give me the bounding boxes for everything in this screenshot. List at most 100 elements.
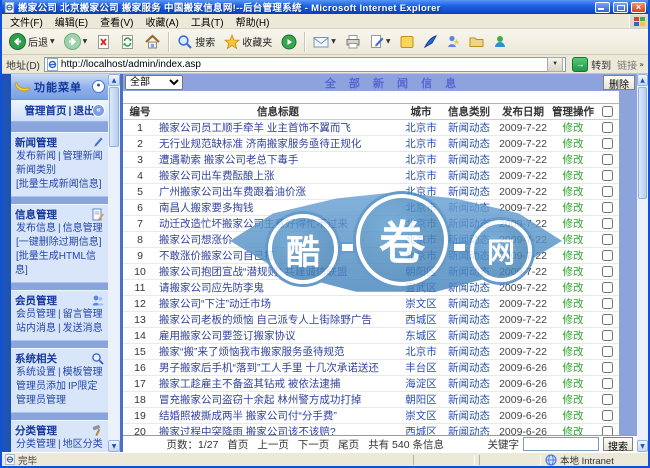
keyword-input[interactable] — [523, 437, 599, 451]
city-link[interactable]: 北京市 — [399, 183, 443, 200]
category-link[interactable]: 新闻动态 — [443, 407, 495, 424]
msn-button[interactable] — [489, 32, 511, 51]
sidebar-link[interactable]: [一键删除过期信息] — [16, 237, 102, 248]
modify-link[interactable]: 修改 — [551, 199, 595, 216]
sidebar-link[interactable]: 站内消息 — [16, 323, 56, 334]
city-link[interactable]: 宣武区 — [399, 279, 443, 296]
sidebar-link[interactable]: 发送消息 — [63, 323, 103, 334]
row-checkbox[interactable] — [601, 266, 613, 278]
news-title-link[interactable]: 无行业规范缺标准 济南搬家服务亟待正规化 — [157, 135, 399, 152]
row-checkbox[interactable] — [601, 218, 613, 230]
modify-link[interactable]: 修改 — [551, 375, 595, 392]
city-link[interactable]: 崇文区 — [399, 407, 443, 424]
scrollbar-track[interactable] — [637, 200, 648, 440]
mail-button[interactable]: ▼ — [309, 33, 340, 51]
menu-item[interactable]: 查看(V) — [94, 14, 139, 29]
scroll-up-icon[interactable]: ▲ — [637, 74, 648, 86]
row-checkbox[interactable] — [601, 186, 613, 198]
forward-button[interactable]: ▼ — [60, 31, 92, 52]
stop-button[interactable] — [92, 32, 115, 52]
links-toolbar[interactable]: 链接 » — [617, 57, 644, 72]
sidebar-link[interactable]: 发布新闻 — [16, 151, 56, 162]
delete-button[interactable]: 删除 — [603, 75, 635, 91]
keyword-search-button[interactable]: 搜索 — [603, 437, 633, 452]
category-link[interactable]: 新闻动态 — [443, 231, 495, 248]
sidebar-link[interactable]: [批量生成HTML信息] — [15, 251, 96, 276]
news-title-link[interactable]: 搬家过程中突降雨 搬家公司该不该赔? — [157, 423, 399, 435]
messenger-button[interactable] — [419, 32, 441, 51]
close-button[interactable]: × — [631, 1, 646, 13]
news-title-link[interactable]: 南昌人搬家要多掏钱 — [157, 199, 399, 216]
scroll-down-icon[interactable]: ▼ — [108, 440, 120, 452]
city-link[interactable]: 东城区 — [399, 327, 443, 344]
city-link[interactable]: 北京市 — [399, 119, 443, 136]
address-dropdown-button[interactable]: ▼ — [547, 56, 564, 72]
category-link[interactable]: 新闻动态 — [443, 423, 495, 435]
modify-link[interactable]: 修改 — [551, 279, 595, 296]
select-all-checkbox[interactable] — [601, 106, 613, 118]
news-title-link[interactable]: 搬家“搬”来了烦恼我市搬家服务亟待规范 — [157, 343, 399, 360]
search-button[interactable]: 搜索 — [173, 32, 219, 52]
row-checkbox[interactable] — [601, 298, 613, 310]
folders-button[interactable] — [465, 33, 488, 50]
research-button[interactable] — [442, 32, 464, 51]
modify-link[interactable]: 修改 — [551, 183, 595, 200]
news-title-link[interactable]: 搬家公司抱团宣战“潜规则” 共建诚信联盟 — [157, 263, 399, 280]
sidebar-link[interactable]: IP限定 — [68, 381, 97, 392]
sidebar-link[interactable]: 系统设置 — [16, 367, 56, 378]
category-link[interactable]: 新闻动态 — [443, 327, 495, 344]
city-link[interactable]: 朝阳区 — [399, 391, 443, 408]
modify-link[interactable]: 修改 — [551, 247, 595, 264]
sidebar-link[interactable]: 留言管理 — [63, 309, 103, 320]
row-checkbox[interactable] — [601, 314, 613, 326]
modify-link[interactable]: 修改 — [551, 407, 595, 424]
row-checkbox[interactable] — [601, 122, 613, 134]
row-checkbox[interactable] — [601, 330, 613, 342]
category-link[interactable]: 新闻动态 — [443, 279, 495, 296]
city-link[interactable]: 北京市 — [399, 135, 443, 152]
news-title-link[interactable]: 搬家公司想涨价 — [157, 231, 399, 248]
modify-link[interactable]: 修改 — [551, 135, 595, 152]
sidebar-link[interactable]: 分类管理 — [16, 439, 56, 450]
city-link[interactable]: 西城区 — [399, 311, 443, 328]
category-link[interactable]: 新闻动态 — [443, 135, 495, 152]
discuss-button[interactable] — [396, 33, 418, 51]
favorites-button[interactable]: 收藏夹 — [220, 32, 276, 52]
news-title-link[interactable]: 搬家公司员工顺手牵羊 业主首饰不翼而飞 — [157, 119, 399, 136]
row-checkbox[interactable] — [601, 378, 613, 390]
city-link[interactable]: 北京市 — [399, 151, 443, 168]
sidebar-link[interactable]: 新闻类别 — [16, 165, 56, 176]
news-title-link[interactable]: 搬家公司老板的烦恼 自己派专人上街除野广告 — [157, 311, 399, 328]
sidebar-link[interactable]: 管理员添加 — [16, 381, 66, 392]
row-checkbox[interactable] — [601, 362, 613, 374]
modify-link[interactable]: 修改 — [551, 119, 595, 136]
next-page-link[interactable]: 下一页 — [298, 439, 330, 451]
modify-link[interactable]: 修改 — [551, 215, 595, 232]
category-link[interactable]: 新闻动态 — [443, 199, 495, 216]
category-link[interactable]: 新闻动态 — [443, 263, 495, 280]
news-title-link[interactable]: 广州搬家公司出车费跟着油价涨 — [157, 183, 399, 200]
row-checkbox[interactable] — [601, 250, 613, 262]
city-link[interactable]: 朝阳区 — [399, 263, 443, 280]
modify-link[interactable]: 修改 — [551, 327, 595, 344]
modify-link[interactable]: 修改 — [551, 167, 595, 184]
category-link[interactable]: 新闻动态 — [443, 375, 495, 392]
city-link[interactable]: 北京市 — [399, 231, 443, 248]
category-link[interactable]: 新闻动态 — [443, 391, 495, 408]
scroll-up-icon[interactable]: ▲ — [108, 74, 120, 86]
row-checkbox[interactable] — [601, 202, 613, 214]
news-title-link[interactable]: 搬家工趁雇主不备盗其钻戒 被依法逮捕 — [157, 375, 399, 392]
city-link[interactable]: 北京市 — [399, 215, 443, 232]
modify-link[interactable]: 修改 — [551, 423, 595, 435]
row-checkbox[interactable] — [601, 138, 613, 150]
modify-link[interactable]: 修改 — [551, 359, 595, 376]
category-link[interactable]: 新闻动态 — [443, 295, 495, 312]
scroll-down-icon[interactable]: ▼ — [637, 440, 648, 452]
row-checkbox[interactable] — [601, 170, 613, 182]
city-link[interactable]: 北京市 — [399, 343, 443, 360]
sidebar-link[interactable]: 模板管理 — [63, 367, 103, 378]
category-link[interactable]: 新闻动态 — [443, 247, 495, 264]
sidebar-link[interactable]: 管理新闻 — [63, 151, 103, 162]
sidebar-link[interactable]: [批量生成新闻信息] — [16, 179, 102, 190]
category-link[interactable]: 新闻动态 — [443, 151, 495, 168]
